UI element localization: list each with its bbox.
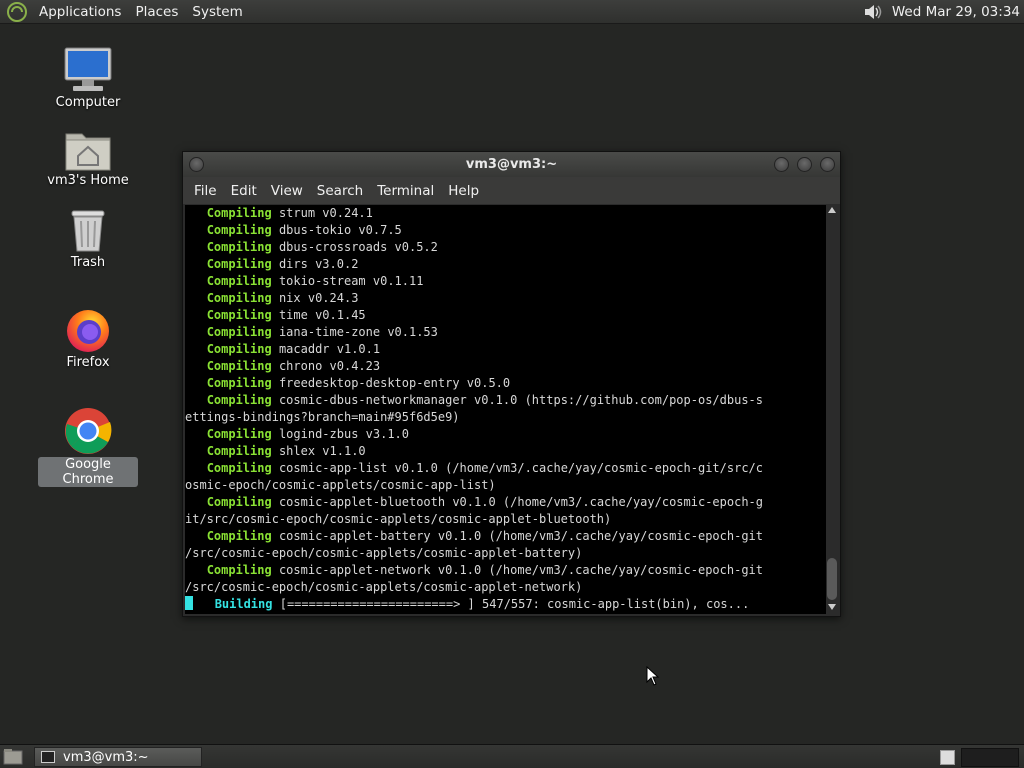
window-titlebar[interactable]: vm3@vm3:~ <box>183 152 840 177</box>
clock[interactable]: Wed Mar 29, 03:34 <box>892 4 1020 20</box>
workspace-switcher-2[interactable] <box>961 748 1019 767</box>
scroll-down-arrow-icon[interactable] <box>828 604 836 610</box>
terminal-line: /src/cosmic-epoch/cosmic-applets/cosmic-… <box>185 546 583 560</box>
terminal-line: Compiling cosmic-app-list v0.1.0 (/home/… <box>206 461 763 475</box>
menu-file[interactable]: File <box>187 183 224 199</box>
terminal-line: Compiling cosmic-dbus-networkmanager v0.… <box>206 393 763 407</box>
chrome-icon <box>65 408 112 454</box>
text-cursor <box>185 596 193 610</box>
terminal-line: osmic-epoch/cosmic-applets/cosmic-app-li… <box>185 478 496 492</box>
desktop-icon-label: Firefox <box>66 355 110 370</box>
desktop-icon-label: Computer <box>55 95 121 110</box>
desktop-icon-trash[interactable]: Trash <box>38 208 138 270</box>
desktop-icon-firefox[interactable]: Firefox <box>38 306 138 370</box>
terminal-window[interactable]: vm3@vm3:~ File Edit View Search Terminal… <box>182 151 841 617</box>
taskbar-item-label: vm3@vm3:~ <box>63 749 149 765</box>
terminal-line: Compiling nix v0.24.3 <box>206 291 359 305</box>
build-progress-bar: [=======================> ] <box>279 597 475 611</box>
terminal-line: Compiling shlex v1.1.0 <box>206 444 366 458</box>
applications-menu[interactable]: Applications <box>32 0 128 24</box>
bottom-panel: vm3@vm3:~ <box>0 744 1024 768</box>
desktop-icon-label: Trash <box>70 255 106 270</box>
maximize-button[interactable] <box>797 157 812 172</box>
terminal-line: /src/cosmic-epoch/cosmic-applets/cosmic-… <box>185 580 583 594</box>
terminal-line: Compiling dbus-tokio v0.7.5 <box>206 223 402 237</box>
terminal-line: Compiling macaddr v1.0.1 <box>206 342 381 356</box>
scrollbar-thumb[interactable] <box>827 558 837 600</box>
terminal-menubar: File Edit View Search Terminal Help <box>183 177 840 204</box>
terminal-icon <box>41 751 55 763</box>
home-folder-icon <box>65 133 111 171</box>
menu-help[interactable]: Help <box>441 183 486 199</box>
terminal-line: Compiling tokio-stream v0.1.11 <box>206 274 424 288</box>
places-menu[interactable]: Places <box>128 0 185 24</box>
terminal-line: Compiling freedesktop-desktop-entry v0.5… <box>206 376 511 390</box>
terminal-line: Compiling dbus-crossroads v0.5.2 <box>206 240 438 254</box>
desktop-icon-home[interactable]: vm3's Home <box>38 128 138 188</box>
terminal-line: it/src/cosmic-epoch/cosmic-applets/cosmi… <box>185 512 612 526</box>
desktop-icon-google-chrome[interactable]: Google Chrome <box>38 406 138 487</box>
top-panel: Applications Places System Wed Mar 29, 0… <box>0 0 1024 24</box>
taskbar-item-terminal[interactable]: vm3@vm3:~ <box>34 747 202 767</box>
window-menu-button[interactable] <box>189 157 204 172</box>
os-logo-icon[interactable] <box>6 1 28 23</box>
desktop-icon-label: vm3's Home <box>47 173 129 188</box>
show-desktop-icon[interactable] <box>3 748 23 766</box>
terminal-output[interactable]: Compiling strum v0.24.1 Compiling dbus-t… <box>185 205 827 614</box>
terminal-line: ettings-bindings?branch=main#95f6d5e9) <box>185 410 460 424</box>
workspace-switcher-1[interactable] <box>940 750 955 765</box>
menu-view[interactable]: View <box>264 183 310 199</box>
terminal-line: Compiling logind-zbus v3.1.0 <box>206 427 409 441</box>
desktop-icon-computer[interactable]: Computer <box>38 46 138 110</box>
menu-edit[interactable]: Edit <box>224 183 264 199</box>
terminal-line: Compiling iana-time-zone v0.1.53 <box>206 325 438 339</box>
build-progress-text: 547/557: cosmic-app-list(bin), cos... <box>474 597 750 611</box>
terminal-line: Compiling cosmic-applet-battery v0.1.0 (… <box>206 529 763 543</box>
menu-search[interactable]: Search <box>310 183 370 199</box>
desktop-icon-label: Google Chrome <box>38 457 138 487</box>
close-button[interactable] <box>820 157 835 172</box>
terminal-line: Compiling chrono v0.4.23 <box>206 359 381 373</box>
terminal-line: Compiling time v0.1.45 <box>206 308 366 322</box>
menu-terminal[interactable]: Terminal <box>370 183 441 199</box>
mouse-pointer-icon <box>646 666 660 686</box>
build-keyword: Building <box>214 597 273 611</box>
computer-icon <box>64 47 112 91</box>
terminal-scrollbar[interactable] <box>826 205 838 614</box>
system-menu[interactable]: System <box>185 0 249 24</box>
scroll-up-arrow-icon[interactable] <box>828 207 836 213</box>
terminal-status-line: Building [=======================> ] 547… <box>185 596 827 613</box>
terminal-line: Compiling dirs v3.0.2 <box>206 257 359 271</box>
firefox-icon <box>67 310 109 352</box>
terminal-line: Compiling cosmic-applet-bluetooth v0.1.0… <box>206 495 763 509</box>
window-title: vm3@vm3:~ <box>465 157 558 172</box>
trash-icon <box>71 210 105 252</box>
terminal-line: Compiling cosmic-applet-network v0.1.0 (… <box>206 563 763 577</box>
terminal-line: Compiling strum v0.24.1 <box>206 206 373 220</box>
minimize-button[interactable] <box>774 157 789 172</box>
volume-icon[interactable] <box>862 1 884 23</box>
